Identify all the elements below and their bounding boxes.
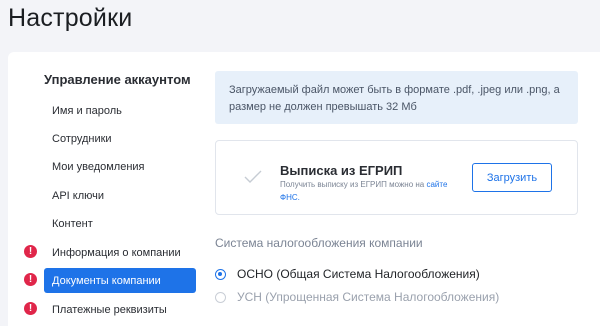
tax-system-title: Система налогообложения компании — [215, 236, 423, 250]
file-format-notice: Загружаемый файл может быть в формате .p… — [215, 71, 578, 124]
sidebar-item-label: Контент — [52, 217, 93, 230]
radio-selected[interactable] — [215, 268, 226, 280]
egrip-title: Выписка из ЕГРИП — [280, 163, 403, 178]
egrip-description-text: Получить выписку из ЕГРИП можно на — [280, 180, 425, 189]
radio-unselected[interactable] — [215, 291, 226, 303]
tax-option-osno[interactable]: ОСНО (Общая Система Налогообложения) — [215, 267, 480, 281]
sidebar-item-label: Документы компании — [52, 274, 161, 287]
tax-option-label: УСН (Упрощенная Система Налогообложения) — [237, 290, 500, 304]
upload-button[interactable]: Загрузить — [472, 163, 552, 192]
sidebar-item-label: Имя и пароль — [52, 104, 122, 117]
sidebar-item-employees[interactable]: Сотрудники — [44, 126, 196, 151]
sidebar-item-content[interactable]: Контент — [44, 211, 196, 236]
egrip-description: Получить выписку из ЕГРИП можно на сайте… — [280, 178, 460, 204]
sidebar-item-payment-details[interactable]: Платежные реквизиты — [44, 297, 196, 322]
sidebar-item-name-password[interactable]: Имя и пароль — [44, 98, 196, 123]
alert-icon: ! — [24, 302, 37, 315]
sidebar-item-label: Мои уведомления — [52, 160, 145, 173]
sidebar-item-company-documents[interactable]: Документы компании — [44, 268, 196, 293]
egrip-document-card: Выписка из ЕГРИП Получить выписку из ЕГР… — [215, 140, 578, 215]
check-icon — [244, 170, 262, 183]
sidebar-item-company-info[interactable]: Информация о компании — [44, 240, 196, 265]
alert-icon: ! — [24, 245, 37, 258]
sidebar-item-api-keys[interactable]: API ключи — [44, 183, 196, 208]
sidebar-heading: Управление аккаунтом — [44, 72, 191, 87]
sidebar-item-label: Сотрудники — [52, 132, 112, 145]
alert-icon: ! — [24, 273, 37, 286]
sidebar-item-label: Информация о компании — [52, 246, 181, 259]
page-title: Настройки — [8, 4, 133, 32]
sidebar-item-label: Платежные реквизиты — [52, 303, 167, 316]
tax-option-label: ОСНО (Общая Система Налогообложения) — [237, 267, 480, 281]
sidebar-item-notifications[interactable]: Мои уведомления — [44, 154, 196, 179]
sidebar-item-label: API ключи — [52, 189, 105, 202]
tax-option-usn[interactable]: УСН (Упрощенная Система Налогообложения) — [215, 290, 499, 304]
